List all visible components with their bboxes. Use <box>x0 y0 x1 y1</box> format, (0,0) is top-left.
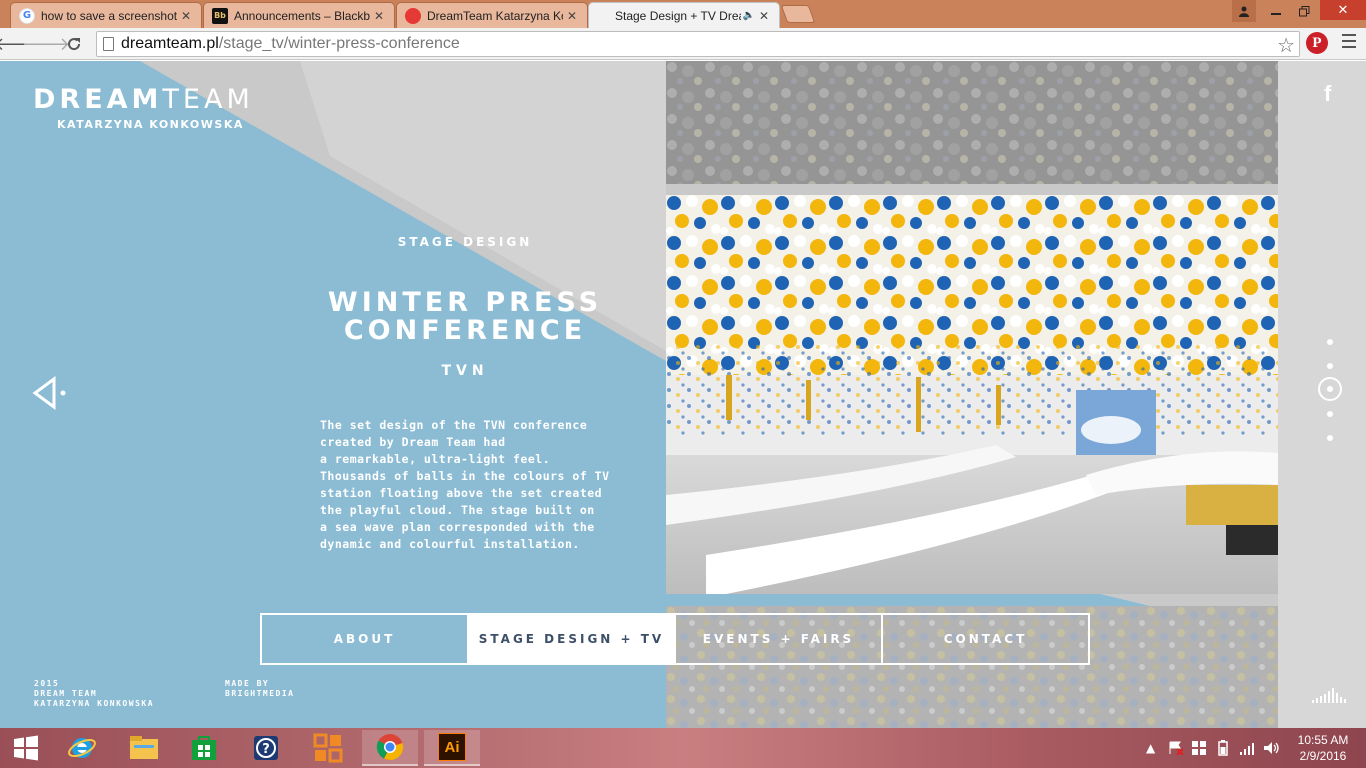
project-category: STAGE DESIGN <box>397 235 533 249</box>
website-viewport: DREAMTEAM KATARZYNA KONKOWSKA STAGE DESI… <box>0 61 1366 728</box>
tab-title: DreamTeam Katarzyna Kon <box>427 8 563 23</box>
reload-icon[interactable] <box>62 32 86 56</box>
windows-update-icon[interactable] <box>1192 728 1206 768</box>
show-hidden-icons[interactable]: ▲ <box>1146 728 1155 768</box>
browser-tab-bar: G how to save a screenshot ✕ Bb Announce… <box>0 0 1366 28</box>
footer-year: 2015 <box>34 679 60 688</box>
internet-explorer-icon[interactable] <box>56 730 108 766</box>
tab-stage-design[interactable]: Stage Design + TV Drea 🔈 ✕ <box>588 2 780 28</box>
gallery-dot-active[interactable] <box>1318 377 1342 401</box>
sound-toggle-icon[interactable] <box>1312 685 1348 703</box>
system-clock[interactable]: 10:55 AM 2/9/2016 <box>1290 732 1356 764</box>
footer-owner: KATARZYNA KONKOWSKA <box>34 699 155 708</box>
volume-icon[interactable] <box>1264 728 1280 768</box>
description-line: the playful cloud. The stage built on <box>320 503 595 517</box>
browser-toolbar: 🡐 🡒 dreamteam.pl/stage_tv/winter-press-c… <box>0 28 1366 60</box>
description-line: a remarkable, ultra-light feel. <box>320 452 551 466</box>
tab-google-search[interactable]: G how to save a screenshot ✕ <box>10 2 202 28</box>
bookmark-star-icon[interactable]: ☆ <box>1277 33 1295 58</box>
tab-blackboard[interactable]: Bb Announcements – Blackbo ✕ <box>203 2 395 28</box>
svg-text:?: ? <box>262 742 270 757</box>
nav-events-fairs[interactable]: EVENTS + FAIRS <box>676 615 883 663</box>
stage-installation-image <box>666 195 1278 594</box>
description-line: dynamic and colourful installation. <box>320 537 580 551</box>
balls-pattern-faded <box>666 61 1278 184</box>
user-profile-icon[interactable] <box>1232 0 1256 22</box>
action-center-icon[interactable] <box>1168 728 1184 768</box>
clock-date: 2/9/2016 <box>1299 749 1347 763</box>
forward-icon[interactable]: 🡒 <box>22 32 70 56</box>
close-window-icon[interactable]: ✕ <box>1320 0 1366 20</box>
gallery-dot[interactable] <box>1327 411 1333 417</box>
gallery-dot[interactable] <box>1327 363 1333 369</box>
nav-contact[interactable]: CONTACT <box>883 615 1088 663</box>
close-tab-icon[interactable]: ✕ <box>567 9 579 23</box>
tab-title: Stage Design + TV Drea <box>615 8 741 23</box>
footer-agency: BRIGHTMEDIA <box>225 689 295 698</box>
nav-stage-design-tv[interactable]: STAGE DESIGN + TV <box>469 615 676 663</box>
gallery-dot[interactable] <box>1327 435 1333 441</box>
audio-playing-icon[interactable]: 🔈 <box>743 10 755 21</box>
tab-title: how to save a screenshot <box>41 8 177 23</box>
description-line: created by Dream Team had <box>320 435 506 449</box>
new-tab-button[interactable] <box>780 5 816 23</box>
description-line: a sea wave plan corresponded with the <box>320 520 595 534</box>
google-icon: G <box>19 7 35 24</box>
tab-title: Announcements – Blackbo <box>234 8 370 23</box>
gallery-dot[interactable] <box>1327 339 1333 345</box>
previous-project-arrow-icon[interactable] <box>32 375 72 411</box>
project-title: WINTER PRESS CONFERENCE <box>327 287 603 346</box>
close-tab-icon[interactable]: ✕ <box>759 9 771 23</box>
footer-company: DREAM TEAM <box>34 689 98 698</box>
project-photo-main[interactable] <box>666 195 1278 594</box>
footer-credits[interactable]: MADE BY BRIGHTMEDIA <box>225 679 294 699</box>
page-icon <box>103 37 114 51</box>
brand-name: DREAMTEAM <box>33 85 254 115</box>
illustrator-label: Ai <box>438 733 466 761</box>
help-icon[interactable]: ? <box>240 730 292 766</box>
chrome-menu-icon[interactable] <box>1342 34 1356 52</box>
brand-subtitle: KATARZYNA KONKOWSKA <box>57 118 244 131</box>
url-host: dreamteam.pl <box>121 35 219 52</box>
facebook-icon[interactable]: f <box>1324 81 1331 107</box>
url-path: /stage_tv/winter-press-conference <box>218 35 460 52</box>
description-line: station floating above the set created <box>320 486 603 500</box>
brand-name-bold: DREAM <box>33 84 163 115</box>
illustrator-icon[interactable]: Ai <box>424 730 480 766</box>
main-navigation: ABOUT STAGE DESIGN + TV EVENTS + FAIRS C… <box>260 613 1090 665</box>
close-tab-icon[interactable]: ✕ <box>181 9 193 23</box>
windows-taskbar: ? Ai ▲ 10:55 AM 2/9/2016 <box>0 728 1366 768</box>
minimize-icon[interactable] <box>1262 0 1290 22</box>
nav-about[interactable]: ABOUT <box>262 615 469 663</box>
footer-copyright: 2015 DREAM TEAM KATARZYNA KONKOWSKA <box>34 679 154 709</box>
file-explorer-icon[interactable] <box>118 730 170 766</box>
description-line: The set design of the TVN conference <box>320 418 588 432</box>
pinterest-extension-icon[interactable]: P <box>1306 32 1328 54</box>
blackboard-icon: Bb <box>212 7 228 24</box>
footer-made-by: MADE BY <box>225 679 270 688</box>
restore-icon[interactable] <box>1290 0 1318 22</box>
project-description: The set design of the TVN conference cre… <box>320 417 620 553</box>
description-line: Thousands of balls in the colours of TV <box>320 469 610 483</box>
brand-name-light: TEAM <box>162 84 254 115</box>
close-tab-icon[interactable]: ✕ <box>374 9 386 23</box>
start-button[interactable] <box>0 730 52 766</box>
dreamteam-icon <box>405 7 421 24</box>
office-icon[interactable] <box>302 730 354 766</box>
clock-time: 10:55 AM <box>1297 733 1349 747</box>
project-client: TVN <box>441 363 489 379</box>
tab-dreamteam[interactable]: DreamTeam Katarzyna Kon ✕ <box>396 2 588 28</box>
network-signal-icon[interactable] <box>1240 728 1256 768</box>
windows-store-icon[interactable] <box>178 730 230 766</box>
site-logo[interactable]: DREAMTEAM KATARZYNA KONKOWSKA <box>33 85 254 132</box>
battery-icon[interactable] <box>1216 728 1230 768</box>
chrome-icon[interactable] <box>362 730 418 766</box>
project-photo-previous[interactable] <box>666 61 1278 184</box>
address-bar[interactable]: dreamteam.pl/stage_tv/winter-press-confe… <box>96 31 1300 57</box>
